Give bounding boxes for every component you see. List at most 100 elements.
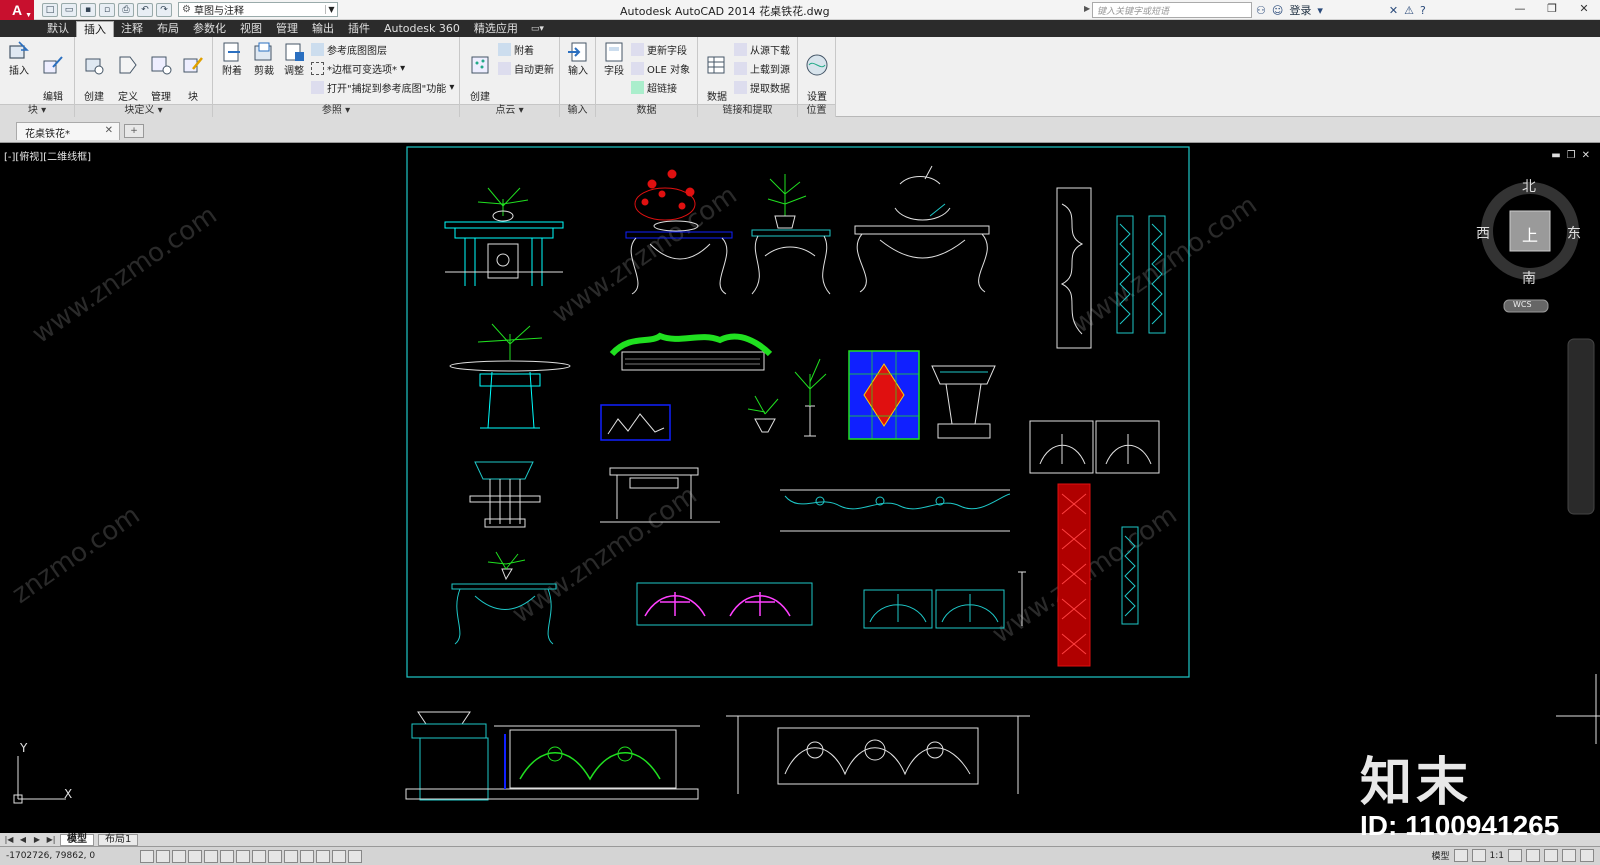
lineweight-icon[interactable] xyxy=(300,849,314,863)
quick-view-icon[interactable] xyxy=(1471,849,1486,862)
extract-data-button[interactable]: 提取数据 xyxy=(734,79,790,96)
connect-icon[interactable]: ⚠ xyxy=(1404,4,1414,17)
tab-featured-apps[interactable]: 精选应用 xyxy=(467,21,525,37)
help-icon[interactable]: ? xyxy=(1420,4,1426,17)
underlay-layers-button[interactable]: 参考底图图层 xyxy=(311,41,387,58)
workspace-dropdown[interactable]: ⚙ 草图与注释 ▼ xyxy=(178,2,338,17)
frame-options-dropdown[interactable]: *边框可变选项* ▾ xyxy=(311,60,405,77)
tab-annotate[interactable]: 注释 xyxy=(114,21,150,37)
tab-view[interactable]: 视图 xyxy=(233,21,269,37)
tab-layout1[interactable]: 布局1 xyxy=(98,833,139,846)
minimize-button[interactable]: — xyxy=(1504,0,1536,20)
quick-properties-icon[interactable] xyxy=(332,849,346,863)
point-cloud-attach-button[interactable]: 附着 xyxy=(498,41,534,58)
ortho-icon[interactable] xyxy=(188,849,202,863)
ducs-icon[interactable] xyxy=(268,849,282,863)
viewcube-top-face[interactable]: 上 xyxy=(1522,222,1538,246)
tab-manage[interactable]: 管理 xyxy=(269,21,305,37)
upload-to-source-button[interactable]: 上载到源 xyxy=(734,60,790,77)
tab-parametric[interactable]: 参数化 xyxy=(186,21,233,37)
infer-constraints-icon[interactable] xyxy=(140,849,154,863)
auto-update-button[interactable]: 自动更新 xyxy=(498,60,554,77)
insert-block-button[interactable]: 插入 xyxy=(3,40,35,78)
close-button[interactable]: ✕ xyxy=(1568,0,1600,20)
lock-icon[interactable] xyxy=(1544,849,1558,862)
binoculars-icon[interactable]: ⚇ xyxy=(1256,4,1266,17)
panel-reference-title[interactable]: 参照 ▾ xyxy=(213,104,459,117)
panel-block-definition-title[interactable]: 块定义 ▾ xyxy=(75,104,212,117)
open-file-icon[interactable]: ▭ xyxy=(61,2,77,17)
panel-point-cloud-title[interactable]: 点云 ▾ xyxy=(460,104,559,117)
workspace-switch-icon[interactable] xyxy=(1526,849,1540,862)
field-button[interactable]: 字段 xyxy=(598,40,630,78)
attach-button[interactable]: 附着 xyxy=(216,40,248,78)
hyperlink-button[interactable]: 超链接 xyxy=(631,79,677,96)
panel-block-title[interactable]: 块 ▾ xyxy=(0,104,74,117)
download-from-source-button[interactable]: 从源下载 xyxy=(734,41,790,58)
minimize-viewport-icon[interactable]: ▬ xyxy=(1551,150,1560,161)
application-menu-button[interactable]: A ▼ xyxy=(0,0,34,20)
viewcube-east[interactable]: 东 xyxy=(1567,223,1581,243)
prev-tab-icon[interactable]: ◀ xyxy=(18,835,28,844)
3d-osnap-icon[interactable] xyxy=(236,849,250,863)
login-button[interactable]: 登录 xyxy=(1289,2,1311,18)
snap-to-underlay-dropdown[interactable]: 打开"捕捉到参考底图"功能 ▾ xyxy=(311,79,454,96)
wcs-menu[interactable]: WCS xyxy=(1513,300,1532,309)
ribbon-toggle-icon[interactable]: ▭▾ xyxy=(525,21,550,37)
annotation-visibility-icon[interactable] xyxy=(1508,849,1522,862)
update-fields-button[interactable]: 更新字段 xyxy=(631,41,687,58)
close-tab-icon[interactable]: ✕ xyxy=(105,125,113,136)
viewcube[interactable] xyxy=(1481,182,1579,313)
exchange-icon[interactable]: ✕ xyxy=(1389,4,1398,17)
search-expand-icon[interactable]: ▶ xyxy=(1084,4,1090,13)
tab-autodesk-360[interactable]: Autodesk 360 xyxy=(377,21,467,37)
tab-model[interactable]: 模型 xyxy=(60,833,94,846)
clip-button[interactable]: 剪裁 xyxy=(248,40,280,78)
model-space-button[interactable]: 模型 xyxy=(1432,849,1450,862)
annotation-scale[interactable]: 1:1 xyxy=(1490,851,1504,861)
first-tab-icon[interactable]: |◀ xyxy=(4,835,14,844)
print-icon[interactable]: ⎙ xyxy=(118,2,134,17)
tab-layout[interactable]: 布局 xyxy=(150,21,186,37)
snap-mode-icon[interactable] xyxy=(156,849,170,863)
otrack-icon[interactable] xyxy=(252,849,266,863)
tab-output[interactable]: 输出 xyxy=(305,21,341,37)
coordinates-readout[interactable]: -1702726, 79862, 0 xyxy=(0,851,140,861)
ole-object-button[interactable]: OLE 对象 xyxy=(631,60,690,77)
tab-default[interactable]: 默认 xyxy=(40,21,76,37)
user-icon[interactable]: ☺ xyxy=(1272,4,1283,17)
new-file-icon[interactable]: □ xyxy=(42,2,58,17)
dropdown-icon[interactable]: ▾ xyxy=(1317,4,1323,17)
layout-icon[interactable] xyxy=(1453,849,1468,862)
tab-plugins[interactable]: 插件 xyxy=(341,21,377,37)
close-viewport-icon[interactable]: ✕ xyxy=(1582,150,1590,161)
viewcube-west[interactable]: 西 xyxy=(1476,223,1490,243)
transparency-icon[interactable] xyxy=(316,849,330,863)
dyn-icon[interactable] xyxy=(284,849,298,863)
viewport-controls-label[interactable]: [-][俯视][二维线框] xyxy=(4,148,91,163)
file-tab[interactable]: 花桌铁花* ✕ xyxy=(16,122,120,140)
viewcube-south[interactable]: 南 xyxy=(1522,268,1536,288)
polar-icon[interactable] xyxy=(204,849,218,863)
last-tab-icon[interactable]: ▶| xyxy=(46,835,56,844)
isolate-objects-icon[interactable] xyxy=(1562,849,1576,862)
fullscreen-icon[interactable] xyxy=(1580,849,1594,862)
selection-cycling-icon[interactable] xyxy=(348,849,362,863)
search-input[interactable]: 键入关键字或短语 xyxy=(1092,2,1252,18)
grid-icon[interactable] xyxy=(172,849,186,863)
save-icon[interactable]: ▪ xyxy=(80,2,96,17)
next-tab-icon[interactable]: ▶ xyxy=(32,835,42,844)
import-button[interactable]: 输入 xyxy=(562,40,594,78)
undo-icon[interactable]: ↶ xyxy=(137,2,153,17)
drawing-canvas[interactable]: www.znzmo.com www.znzmo.com www.znzmo.co… xyxy=(0,144,1600,833)
osnap-icon[interactable] xyxy=(220,849,234,863)
new-tab-button[interactable]: + xyxy=(124,124,144,138)
redo-icon[interactable]: ↷ xyxy=(156,2,172,17)
adjust-button[interactable]: 调整 xyxy=(278,40,310,78)
navigation-bar[interactable] xyxy=(1567,338,1595,515)
tab-insert[interactable]: 插入 xyxy=(76,21,114,37)
restore-viewport-icon[interactable]: ❐ xyxy=(1567,150,1576,161)
viewcube-north[interactable]: 北 xyxy=(1522,176,1536,196)
save-as-icon[interactable]: ▫ xyxy=(99,2,115,17)
restore-button[interactable]: ❐ xyxy=(1536,0,1568,20)
